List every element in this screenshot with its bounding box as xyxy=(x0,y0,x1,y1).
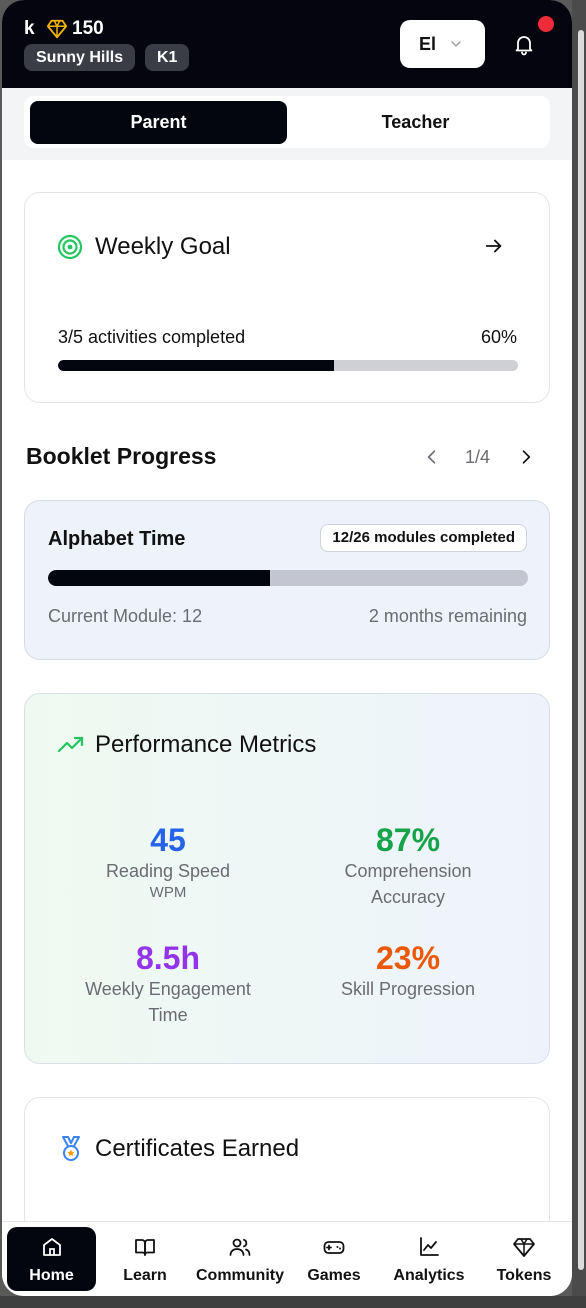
role-toggle: Parent Teacher xyxy=(24,96,550,148)
bell-icon[interactable] xyxy=(512,32,536,56)
time-remaining: 2 months remaining xyxy=(368,606,527,626)
nav-label: Analytics xyxy=(393,1267,465,1284)
window-edge xyxy=(572,0,586,1308)
activities-progress-text: 3/5 activities completed xyxy=(58,327,246,347)
nav-label: Community xyxy=(196,1267,284,1284)
token-count: 150 xyxy=(72,18,104,39)
book-icon xyxy=(135,1239,155,1256)
window-bottom-edge xyxy=(0,1296,586,1308)
trending-up-icon xyxy=(57,736,84,753)
booklet-progress-fill xyxy=(48,570,270,586)
weekly-progress-fill xyxy=(58,360,334,371)
weekly-goal-card[interactable]: Weekly Goal 3/5 activities completed 60% xyxy=(24,192,550,403)
school-badge: Sunny Hills xyxy=(24,44,136,71)
performance-title: Performance Metrics xyxy=(95,731,317,758)
gem-icon xyxy=(513,1238,535,1257)
user-initial[interactable]: k xyxy=(24,18,35,40)
metric-value: 23% xyxy=(375,940,441,976)
arrow-right-icon[interactable] xyxy=(483,235,505,257)
nav-analytics[interactable]: Analytics xyxy=(382,1227,476,1291)
current-module: Current Module: 12 xyxy=(48,606,203,626)
weekly-progress-bar xyxy=(58,360,518,371)
home-icon xyxy=(43,1238,61,1256)
metric-label: Skill Progression xyxy=(340,979,476,999)
metric-label: Comprehension Accuracy xyxy=(344,861,472,907)
metric-engagement: 8.5h Weekly Engagement Time xyxy=(48,940,288,1028)
metric-label: Reading Speed xyxy=(105,861,231,881)
nav-label: Tokens xyxy=(496,1267,552,1284)
nav-label: Games xyxy=(307,1267,361,1284)
metric-skill-progression: 23% Skill Progression xyxy=(288,940,528,1002)
users-icon xyxy=(229,1238,251,1256)
teacher-tab[interactable]: Teacher xyxy=(287,101,544,144)
booklet-page-indicator: 1/4 xyxy=(465,447,491,467)
nav-home[interactable]: Home xyxy=(7,1227,96,1291)
booklet-section-title: Booklet Progress xyxy=(26,443,217,469)
booklet-card[interactable]: Alphabet Time 12/26 modules completed Cu… xyxy=(24,500,550,660)
chevron-left-icon[interactable] xyxy=(422,447,442,467)
gamepad-icon xyxy=(323,1241,345,1254)
weekly-percent: 60% xyxy=(480,327,517,347)
booklet-progress-bar xyxy=(48,570,528,586)
nav-community[interactable]: Community xyxy=(192,1227,288,1291)
chevron-down-icon xyxy=(451,41,461,47)
top-header: k 150 Sunny Hills K1 El xyxy=(2,0,572,88)
weekly-goal-title: Weekly Goal xyxy=(95,233,231,260)
chevron-right-icon[interactable] xyxy=(516,447,536,467)
metric-value: 87% xyxy=(375,822,441,858)
metric-unit: WPM xyxy=(149,884,187,901)
metric-reading-speed: 45 Reading Speed WPM xyxy=(48,822,288,902)
medal-icon xyxy=(62,1136,80,1161)
metric-value: 8.5h xyxy=(135,940,201,976)
bottom-navigation: Home Learn Community Games Analytics Tok… xyxy=(2,1221,572,1296)
notification-dot xyxy=(538,16,554,32)
nav-label: Home xyxy=(29,1267,74,1284)
nav-learn[interactable]: Learn xyxy=(100,1227,190,1291)
app-frame: k 150 Sunny Hills K1 El Parent Teacher W… xyxy=(2,0,572,1296)
metric-label: Weekly Engagement Time xyxy=(85,979,251,1025)
grade-badge: K1 xyxy=(145,44,190,71)
certificates-title: Certificates Earned xyxy=(95,1135,300,1162)
scrollbar[interactable] xyxy=(578,30,584,1270)
modules-badge: 12/26 modules completed xyxy=(320,524,527,552)
metric-comprehension: 87% Comprehension Accuracy xyxy=(288,822,528,910)
language-select[interactable]: El xyxy=(400,20,485,68)
chart-icon xyxy=(420,1237,439,1256)
nav-label: Learn xyxy=(123,1267,167,1284)
nav-tokens[interactable]: Tokens xyxy=(482,1227,566,1291)
language-value: El xyxy=(419,34,437,54)
target-icon xyxy=(57,234,83,260)
booklet-name: Alphabet Time xyxy=(48,528,186,550)
nav-games[interactable]: Games xyxy=(292,1227,376,1291)
gem-icon xyxy=(46,19,68,39)
parent-tab[interactable]: Parent xyxy=(30,101,287,144)
metric-value: 45 xyxy=(150,822,186,858)
performance-metrics-card: Performance Metrics 45 Reading Speed WPM… xyxy=(24,693,550,1064)
